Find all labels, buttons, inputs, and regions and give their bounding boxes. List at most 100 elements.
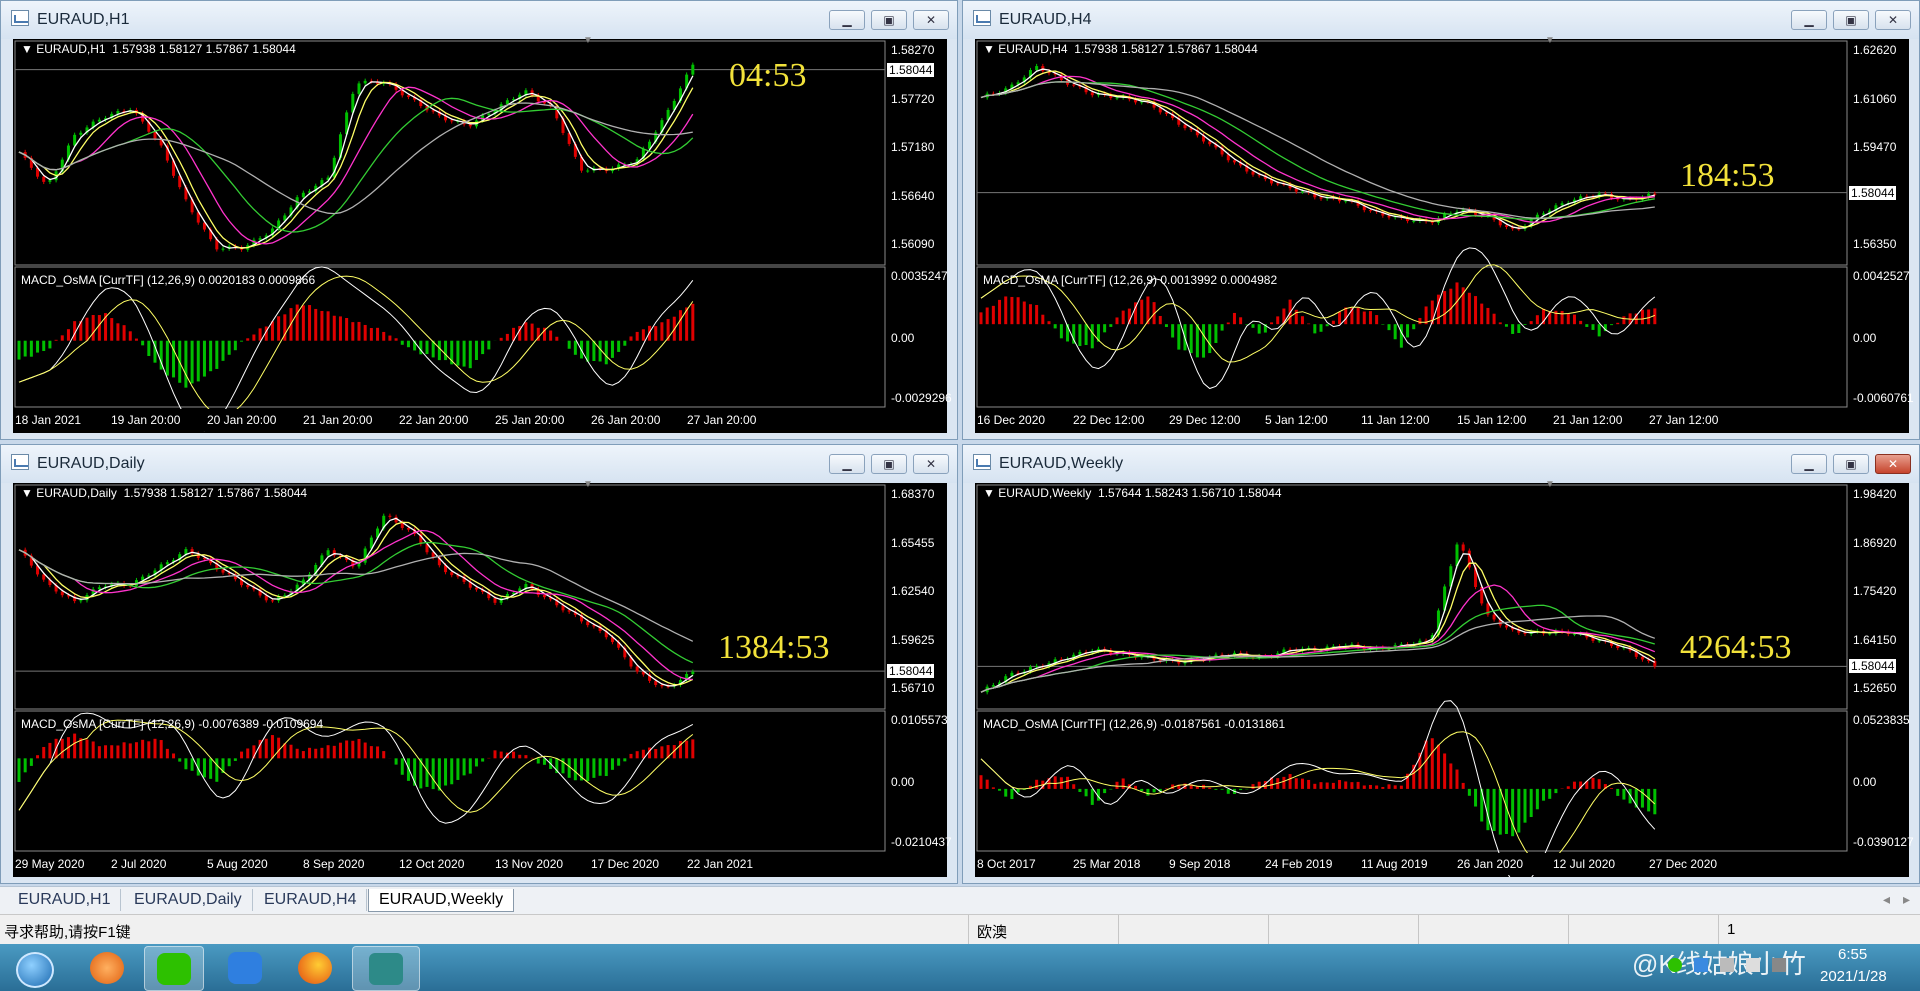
window-titlebar[interactable]: EURAUD,H1 ▁ ▣ ✕ — [1, 1, 957, 39]
collapse-triangle-icon[interactable]: ▼ — [21, 486, 36, 500]
price-tick-label: 1.56640 — [891, 188, 935, 203]
time-tick-label: 22 Jan 20:00 — [399, 413, 469, 427]
macd-tick-label: -0.0029296 — [891, 391, 952, 405]
price-tick-label: 1.59470 — [1853, 140, 1897, 154]
minimize-button[interactable]: ▁ — [1791, 454, 1827, 474]
taskbar-app-3[interactable] — [216, 946, 274, 989]
time-tick-label: 29 May 2020 — [15, 857, 85, 871]
tray-network-icon[interactable] — [1720, 958, 1734, 972]
chart-svg[interactable] — [975, 39, 1909, 433]
chart-window-weekly[interactable]: EURAUD,Weekly ▁ ▣ ✕ ▼ EURAUD,Weekly 1.57644 … — [962, 444, 1920, 884]
collapse-triangle-icon[interactable]: ▼ — [983, 486, 998, 500]
chart-shift-marker-icon[interactable]: ▼ — [583, 479, 593, 490]
chart-window-icon — [973, 454, 991, 470]
tab-scroll-right-icon[interactable]: ▸ — [1903, 891, 1910, 908]
clock-date[interactable]: 2021/1/28 — [1820, 968, 1887, 985]
macd-histogram-bar — [184, 758, 188, 770]
macd-histogram-bar — [1579, 320, 1583, 325]
window-titlebar[interactable]: EURAUD,Daily ▁ ▣ ✕ — [1, 445, 957, 483]
chart-svg[interactable] — [975, 483, 1909, 877]
tray-volume-muted-icon[interactable] — [1746, 958, 1760, 972]
macd-histogram-bar — [1047, 321, 1051, 325]
clock-time[interactable]: 6:55 — [1838, 946, 1867, 963]
minimize-button[interactable]: ▁ — [1791, 10, 1827, 30]
chart-shift-marker-icon[interactable]: ▼ — [1545, 479, 1555, 490]
chart-canvas[interactable]: ▼ EURAUD,H4 1.57938 1.58127 1.57867 1.58… — [975, 35, 1914, 433]
chart-canvas[interactable]: ▼ EURAUD,Weekly 1.57644 1.58243 1.56710 … — [975, 479, 1914, 877]
macd-pane-border — [976, 710, 1848, 852]
macd-histogram-bar — [629, 753, 633, 759]
tray-signal-icon[interactable] — [1772, 958, 1786, 972]
taskbar-wechat[interactable] — [144, 946, 204, 991]
tab-scroll-left-icon[interactable]: ◂ — [1883, 891, 1890, 908]
macd-histogram-bar — [240, 751, 244, 759]
maximize-button[interactable]: ▣ — [1833, 454, 1869, 474]
time-tick-label: 9 Sep 2018 — [1169, 857, 1231, 871]
macd-histogram-bar — [301, 751, 305, 759]
macd-histogram-bar — [1307, 323, 1311, 325]
time-axis: 29 May 2020 2 Jul 2020 5 Aug 2020 8 Sep 202… — [13, 853, 947, 875]
macd-histogram-bar — [1140, 788, 1144, 791]
macd-histogram-bar — [1492, 788, 1496, 831]
macd-tick-label: 0.00 — [1853, 331, 1877, 345]
price-tick-label: 1.56710 — [891, 681, 935, 695]
chart-svg[interactable] — [13, 483, 947, 877]
tab-euraud-daily[interactable]: EURAUD,Daily — [124, 889, 253, 911]
macd-histogram-bar — [308, 305, 312, 341]
minimize-button[interactable]: ▁ — [829, 10, 865, 30]
time-axis: 18 Jan 2021 19 Jan 20:00 20 Jan 20:00 21 Ja… — [13, 409, 947, 431]
macd-histogram-bar — [1072, 784, 1076, 789]
maximize-button[interactable]: ▣ — [1833, 10, 1869, 30]
price-pane-border — [976, 40, 1848, 266]
macd-histogram-bar — [1511, 324, 1515, 334]
candle-body — [1115, 97, 1119, 99]
time-tick-label: 22 Dec 12:00 — [1073, 413, 1145, 427]
collapse-triangle-icon[interactable]: ▼ — [21, 42, 36, 56]
window-titlebar[interactable]: EURAUD,Weekly ▁ ▣ ✕ — [963, 445, 1919, 483]
tray-shield-icon[interactable] — [1694, 958, 1708, 972]
chart-window-h4[interactable]: EURAUD,H4 ▁ ▣ ✕ ▼ EURAUD,H4 1.57938 1.58127 … — [962, 0, 1920, 440]
chart-svg[interactable] — [13, 39, 947, 433]
taskbar-trading-terminal[interactable] — [352, 946, 420, 991]
time-tick-label: 27 Jan 12:00 — [1649, 413, 1719, 427]
chart-canvas[interactable]: ▼ EURAUD,H1 1.57938 1.58127 1.57867 1.58… — [13, 35, 952, 433]
macd-histogram-bar — [1313, 783, 1317, 789]
candle-body — [586, 621, 590, 626]
macd-histogram-bar — [1325, 782, 1329, 789]
macd-histogram-bar — [1090, 788, 1094, 805]
chart-shift-marker-icon[interactable]: ▼ — [1545, 35, 1555, 46]
chart-canvas[interactable]: ▼ EURAUD,Daily 1.57938 1.58127 1.57867 1… — [13, 479, 952, 877]
macd-histogram-bar — [1492, 313, 1496, 325]
moving-average-line — [18, 521, 694, 686]
macd-histogram-bar — [1622, 788, 1626, 800]
macd-histogram-bar — [998, 788, 1002, 791]
close-button[interactable]: ✕ — [1875, 454, 1911, 474]
chart-window-daily[interactable]: EURAUD,Daily ▁ ▣ ✕ ▼ EURAUD,Daily 1.57938 1.… — [0, 444, 958, 884]
tray-wechat-icon[interactable] — [1668, 958, 1682, 972]
macd-histogram-bar — [1171, 324, 1175, 338]
collapse-triangle-icon[interactable]: ▼ — [983, 42, 998, 56]
tab-euraud-h4[interactable]: EURAUD,H4 — [254, 889, 368, 911]
maximize-button[interactable]: ▣ — [871, 454, 907, 474]
close-button[interactable]: ✕ — [1875, 10, 1911, 30]
macd-histogram-bar — [233, 340, 237, 351]
macd-histogram-bar — [512, 751, 516, 759]
macd-histogram-bar — [159, 740, 163, 759]
macd-histogram-bar — [474, 340, 478, 360]
tab-euraud-h1[interactable]: EURAUD,H1 — [8, 889, 122, 911]
chart-shift-marker-icon[interactable]: ▼ — [583, 35, 593, 46]
chart-window-h1[interactable]: EURAUD,H1 ▁ ▣ ✕ ▼ EURAUD,H1 1.57938 1.58127 … — [0, 0, 958, 440]
window-titlebar[interactable]: EURAUD,H4 ▁ ▣ ✕ — [963, 1, 1919, 39]
macd-histogram-bar — [351, 322, 355, 341]
macd-histogram-bar — [499, 751, 503, 759]
taskbar-app-1[interactable] — [78, 946, 136, 989]
close-button[interactable]: ✕ — [913, 10, 949, 30]
candle-body — [221, 569, 225, 573]
maximize-button[interactable]: ▣ — [871, 10, 907, 30]
close-button[interactable]: ✕ — [913, 454, 949, 474]
tab-euraud-weekly[interactable]: EURAUD,Weekly — [368, 889, 515, 912]
macd-histogram-bar — [233, 758, 237, 761]
minimize-button[interactable]: ▁ — [829, 454, 865, 474]
start-button[interactable] — [4, 946, 62, 989]
taskbar-firefox[interactable] — [286, 946, 344, 989]
